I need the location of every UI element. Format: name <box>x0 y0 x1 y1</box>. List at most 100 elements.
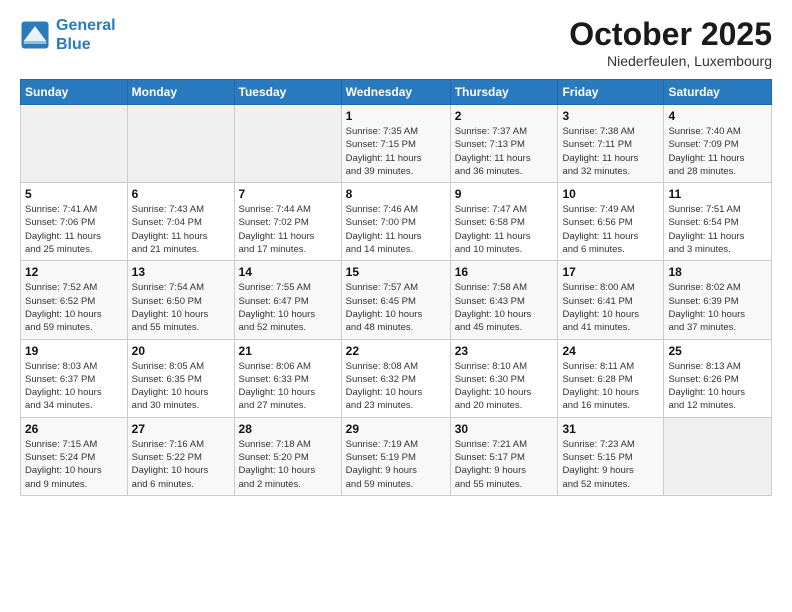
calendar-cell: 7 Sunrise: 7:44 AM Sunset: 7:02 PM Daylig… <box>234 183 341 261</box>
calendar-week: 12 Sunrise: 7:52 AM Sunset: 6:52 PM Dayli… <box>21 261 772 339</box>
day-number: 1 <box>346 109 446 123</box>
day-number: 9 <box>455 187 554 201</box>
day-info: Sunrise: 8:10 AM Sunset: 6:30 PM Dayligh… <box>455 360 554 413</box>
weekday-header: Monday <box>127 80 234 105</box>
calendar: SundayMondayTuesdayWednesdayThursdayFrid… <box>20 79 772 496</box>
calendar-cell: 23Sunrise: 8:10 AM Sunset: 6:30 PM Dayli… <box>450 339 558 417</box>
calendar-cell <box>664 417 772 495</box>
calendar-cell: 11Sunrise: 7:51 AM Sunset: 6:54 PM Dayli… <box>664 183 772 261</box>
calendar-cell: 19 Sunrise: 8:03 AM Sunset: 6:37 PM Dayli… <box>21 339 128 417</box>
calendar-cell: 18 Sunrise: 8:02 AM Sunset: 6:39 PM Dayli… <box>664 261 772 339</box>
day-number: 6 <box>132 187 230 201</box>
day-info: Sunrise: 8:00 AM Sunset: 6:41 PM Dayligh… <box>562 281 659 334</box>
day-info: Sunrise: 7:49 AM Sunset: 6:56 PM Dayligh… <box>562 203 659 256</box>
calendar-cell <box>21 105 128 183</box>
day-number: 26 <box>25 422 123 436</box>
calendar-cell: 29Sunrise: 7:19 AM Sunset: 5:19 PM Dayli… <box>341 417 450 495</box>
weekday-row: SundayMondayTuesdayWednesdayThursdayFrid… <box>21 80 772 105</box>
day-number: 8 <box>346 187 446 201</box>
calendar-week: 5Sunrise: 7:41 AM Sunset: 7:06 PM Daylig… <box>21 183 772 261</box>
day-number: 11 <box>668 187 767 201</box>
calendar-week: 19 Sunrise: 8:03 AM Sunset: 6:37 PM Dayli… <box>21 339 772 417</box>
page: General Blue October 2025 Niederfeulen, … <box>0 0 792 612</box>
day-info: Sunrise: 7:58 AM Sunset: 6:43 PM Dayligh… <box>455 281 554 334</box>
day-info: Sunrise: 8:11 AM Sunset: 6:28 PM Dayligh… <box>562 360 659 413</box>
calendar-cell: 10 Sunrise: 7:49 AM Sunset: 6:56 PM Dayli… <box>558 183 664 261</box>
day-info: Sunrise: 7:19 AM Sunset: 5:19 PM Dayligh… <box>346 438 446 491</box>
calendar-cell: 17 Sunrise: 8:00 AM Sunset: 6:41 PM Dayli… <box>558 261 664 339</box>
title-block: October 2025 Niederfeulen, Luxembourg <box>569 16 772 69</box>
day-number: 19 <box>25 344 123 358</box>
calendar-cell: 4 Sunrise: 7:40 AM Sunset: 7:09 PM Daylig… <box>664 105 772 183</box>
day-info: Sunrise: 7:43 AM Sunset: 7:04 PM Dayligh… <box>132 203 230 256</box>
day-info: Sunrise: 7:38 AM Sunset: 7:11 PM Dayligh… <box>562 125 659 178</box>
calendar-cell: 24 Sunrise: 8:11 AM Sunset: 6:28 PM Dayli… <box>558 339 664 417</box>
calendar-cell: 1Sunrise: 7:35 AM Sunset: 7:15 PM Daylig… <box>341 105 450 183</box>
calendar-cell: 2 Sunrise: 7:37 AM Sunset: 7:13 PM Daylig… <box>450 105 558 183</box>
day-info: Sunrise: 8:13 AM Sunset: 6:26 PM Dayligh… <box>668 360 767 413</box>
calendar-cell: 8 Sunrise: 7:46 AM Sunset: 7:00 PM Daylig… <box>341 183 450 261</box>
day-info: Sunrise: 7:57 AM Sunset: 6:45 PM Dayligh… <box>346 281 446 334</box>
weekday-header: Wednesday <box>341 80 450 105</box>
day-info: Sunrise: 7:16 AM Sunset: 5:22 PM Dayligh… <box>132 438 230 491</box>
calendar-cell: 3 Sunrise: 7:38 AM Sunset: 7:11 PM Daylig… <box>558 105 664 183</box>
day-number: 17 <box>562 265 659 279</box>
day-info: Sunrise: 8:08 AM Sunset: 6:32 PM Dayligh… <box>346 360 446 413</box>
day-number: 2 <box>455 109 554 123</box>
day-info: Sunrise: 8:05 AM Sunset: 6:35 PM Dayligh… <box>132 360 230 413</box>
day-number: 3 <box>562 109 659 123</box>
header: General Blue October 2025 Niederfeulen, … <box>20 16 772 69</box>
day-number: 7 <box>239 187 337 201</box>
day-info: Sunrise: 7:23 AM Sunset: 5:15 PM Dayligh… <box>562 438 659 491</box>
day-info: Sunrise: 7:44 AM Sunset: 7:02 PM Dayligh… <box>239 203 337 256</box>
calendar-cell: 28 Sunrise: 7:18 AM Sunset: 5:20 PM Dayli… <box>234 417 341 495</box>
day-number: 18 <box>668 265 767 279</box>
day-number: 28 <box>239 422 337 436</box>
day-number: 27 <box>132 422 230 436</box>
day-info: Sunrise: 7:55 AM Sunset: 6:47 PM Dayligh… <box>239 281 337 334</box>
day-number: 22 <box>346 344 446 358</box>
day-number: 12 <box>25 265 123 279</box>
day-info: Sunrise: 7:54 AM Sunset: 6:50 PM Dayligh… <box>132 281 230 334</box>
day-info: Sunrise: 7:21 AM Sunset: 5:17 PM Dayligh… <box>455 438 554 491</box>
day-number: 15 <box>346 265 446 279</box>
logo-general: General <box>56 17 116 34</box>
calendar-cell <box>234 105 341 183</box>
calendar-cell: 20 Sunrise: 8:05 AM Sunset: 6:35 PM Dayli… <box>127 339 234 417</box>
day-info: Sunrise: 8:06 AM Sunset: 6:33 PM Dayligh… <box>239 360 337 413</box>
day-number: 10 <box>562 187 659 201</box>
day-info: Sunrise: 8:03 AM Sunset: 6:37 PM Dayligh… <box>25 360 123 413</box>
logo: General Blue <box>20 16 116 54</box>
day-info: Sunrise: 7:40 AM Sunset: 7:09 PM Dayligh… <box>668 125 767 178</box>
day-number: 20 <box>132 344 230 358</box>
day-info: Sunrise: 7:41 AM Sunset: 7:06 PM Dayligh… <box>25 203 123 256</box>
calendar-body: 1Sunrise: 7:35 AM Sunset: 7:15 PM Daylig… <box>21 105 772 496</box>
day-number: 24 <box>562 344 659 358</box>
day-number: 4 <box>668 109 767 123</box>
weekday-header: Saturday <box>664 80 772 105</box>
day-info: Sunrise: 8:02 AM Sunset: 6:39 PM Dayligh… <box>668 281 767 334</box>
day-number: 25 <box>668 344 767 358</box>
day-info: Sunrise: 7:37 AM Sunset: 7:13 PM Dayligh… <box>455 125 554 178</box>
logo-text: General Blue <box>56 16 116 54</box>
day-number: 14 <box>239 265 337 279</box>
calendar-cell: 26 Sunrise: 7:15 AM Sunset: 5:24 PM Dayli… <box>21 417 128 495</box>
calendar-cell: 12 Sunrise: 7:52 AM Sunset: 6:52 PM Dayli… <box>21 261 128 339</box>
day-info: Sunrise: 7:46 AM Sunset: 7:00 PM Dayligh… <box>346 203 446 256</box>
calendar-cell: 15 Sunrise: 7:57 AM Sunset: 6:45 PM Dayli… <box>341 261 450 339</box>
weekday-header: Tuesday <box>234 80 341 105</box>
location-subtitle: Niederfeulen, Luxembourg <box>569 53 772 69</box>
day-number: 21 <box>239 344 337 358</box>
calendar-week: 1Sunrise: 7:35 AM Sunset: 7:15 PM Daylig… <box>21 105 772 183</box>
day-info: Sunrise: 7:18 AM Sunset: 5:20 PM Dayligh… <box>239 438 337 491</box>
calendar-cell: 22 Sunrise: 8:08 AM Sunset: 6:32 PM Dayli… <box>341 339 450 417</box>
day-info: Sunrise: 7:52 AM Sunset: 6:52 PM Dayligh… <box>25 281 123 334</box>
calendar-cell: 30Sunrise: 7:21 AM Sunset: 5:17 PM Dayli… <box>450 417 558 495</box>
weekday-header: Friday <box>558 80 664 105</box>
calendar-cell <box>127 105 234 183</box>
weekday-header: Thursday <box>450 80 558 105</box>
month-title: October 2025 <box>569 16 772 53</box>
logo-icon <box>20 20 50 50</box>
day-info: Sunrise: 7:15 AM Sunset: 5:24 PM Dayligh… <box>25 438 123 491</box>
weekday-header: Sunday <box>21 80 128 105</box>
